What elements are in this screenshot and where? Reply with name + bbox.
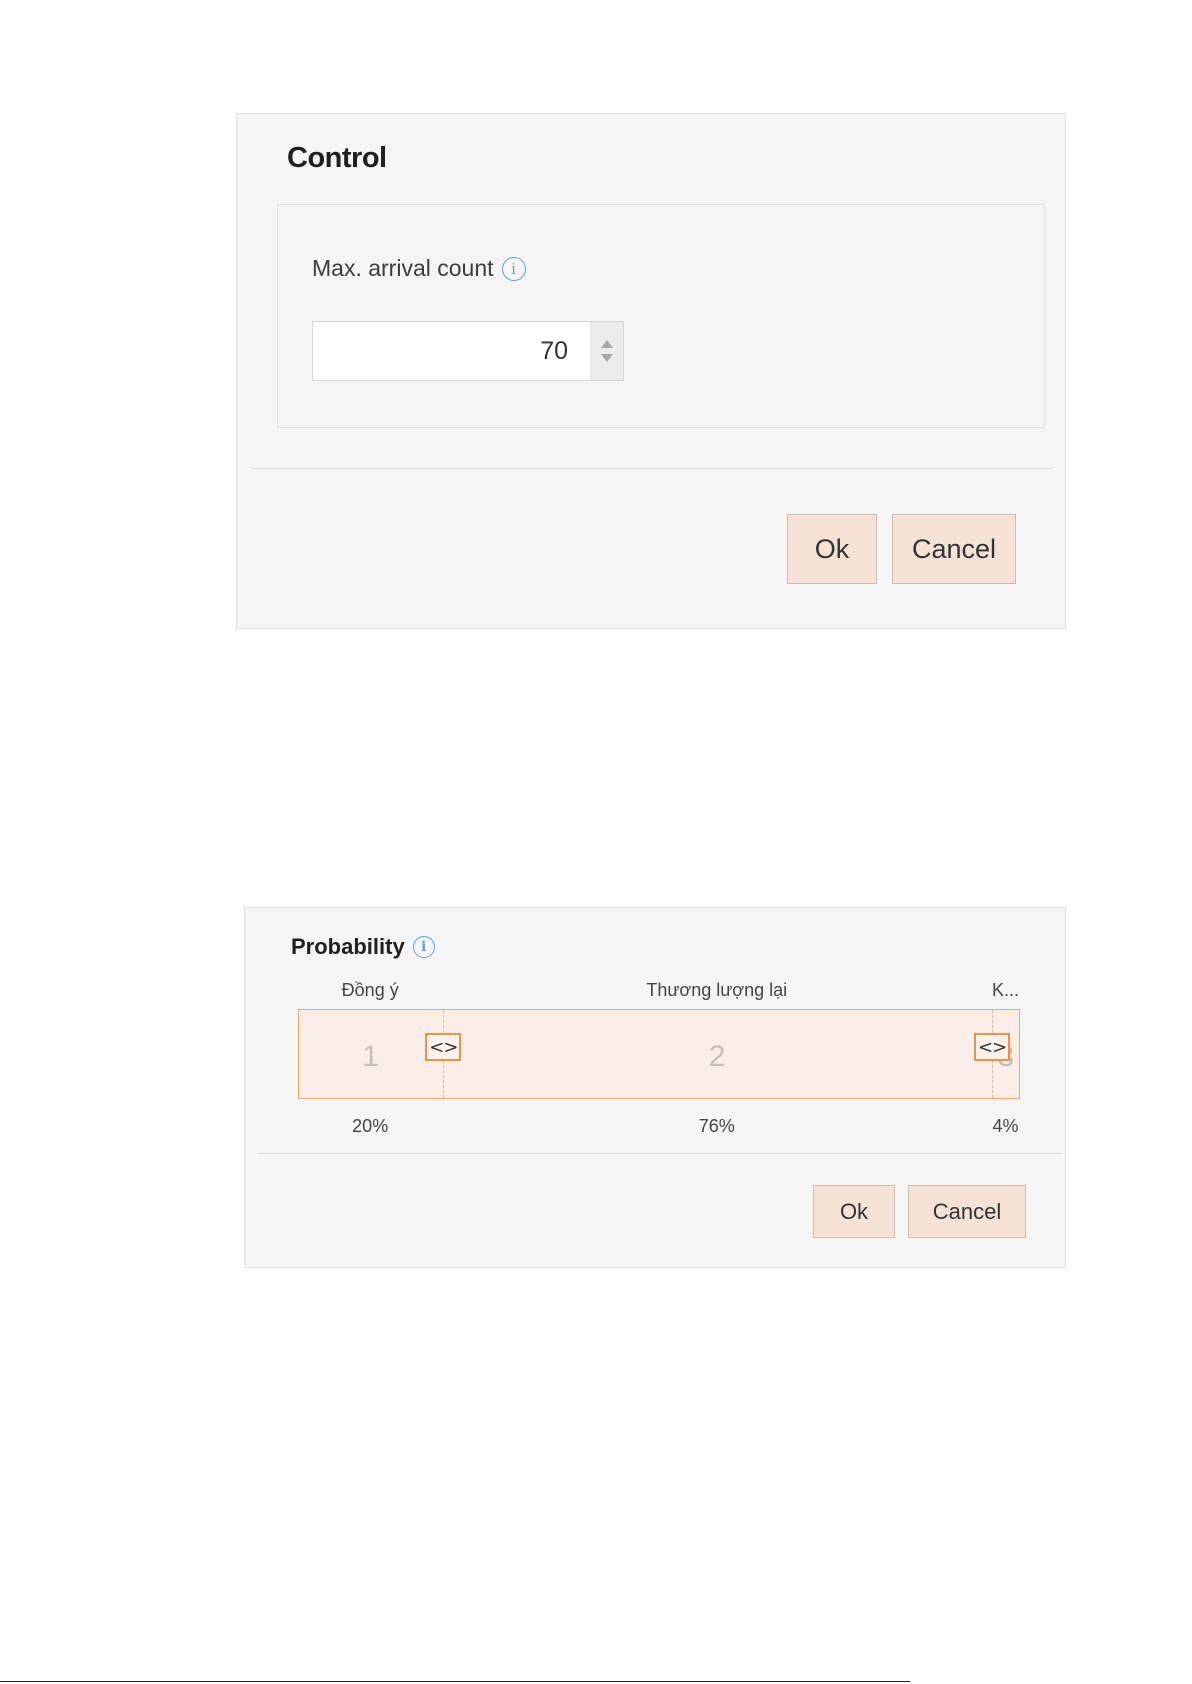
segment-number: 2 xyxy=(708,1040,726,1073)
control-dialog: Control Max. arrival count i 70 Ok Cance… xyxy=(236,113,1066,629)
segment-percent: 4% xyxy=(992,1116,1019,1136)
input-value[interactable]: 70 xyxy=(313,322,590,380)
segment-percent: 20% xyxy=(352,1116,389,1136)
divider xyxy=(257,1153,1063,1154)
cancel-button[interactable]: Cancel xyxy=(892,514,1016,584)
probability-dialog: Probability i Đồng ý Thương lượng lại K.… xyxy=(244,907,1066,1268)
ok-button[interactable]: Ok xyxy=(787,514,877,584)
info-icon[interactable]: i xyxy=(412,936,435,958)
resize-handle-icon[interactable]: <> xyxy=(425,1033,462,1061)
increment-arrow-icon[interactable] xyxy=(601,340,613,348)
segment-label: Đồng ý xyxy=(341,980,399,1000)
segment-label: K... xyxy=(992,980,1020,1000)
max-arrival-count-input[interactable]: 70 xyxy=(312,321,624,381)
segment-percent: 76% xyxy=(698,1116,735,1136)
info-icon[interactable]: i xyxy=(501,256,526,281)
dialog-title: Control xyxy=(287,142,387,174)
control-panel: Max. arrival count i 70 xyxy=(277,204,1045,428)
resize-handle-icon[interactable]: <> xyxy=(974,1033,1011,1061)
number-spinner xyxy=(590,322,623,380)
decrement-arrow-icon[interactable] xyxy=(601,354,613,362)
segment-number: 1 xyxy=(362,1040,379,1073)
ok-button[interactable]: Ok xyxy=(813,1185,895,1238)
divider xyxy=(251,468,1053,469)
title-text: Probability xyxy=(291,934,405,959)
page: Control Max. arrival count i 70 Ok Cance… xyxy=(0,0,1192,1684)
field-label-text: Max. arrival count xyxy=(312,255,494,281)
segment-label: Thương lượng lại xyxy=(646,980,788,1000)
max-arrival-count-label: Max. arrival count i xyxy=(312,255,526,282)
dialog-title: Probability i xyxy=(291,934,435,960)
probability-slider[interactable]: 1 2 3 <> <> xyxy=(298,1009,1020,1099)
page-footer-rule xyxy=(0,1681,910,1682)
cancel-button[interactable]: Cancel xyxy=(908,1185,1026,1238)
